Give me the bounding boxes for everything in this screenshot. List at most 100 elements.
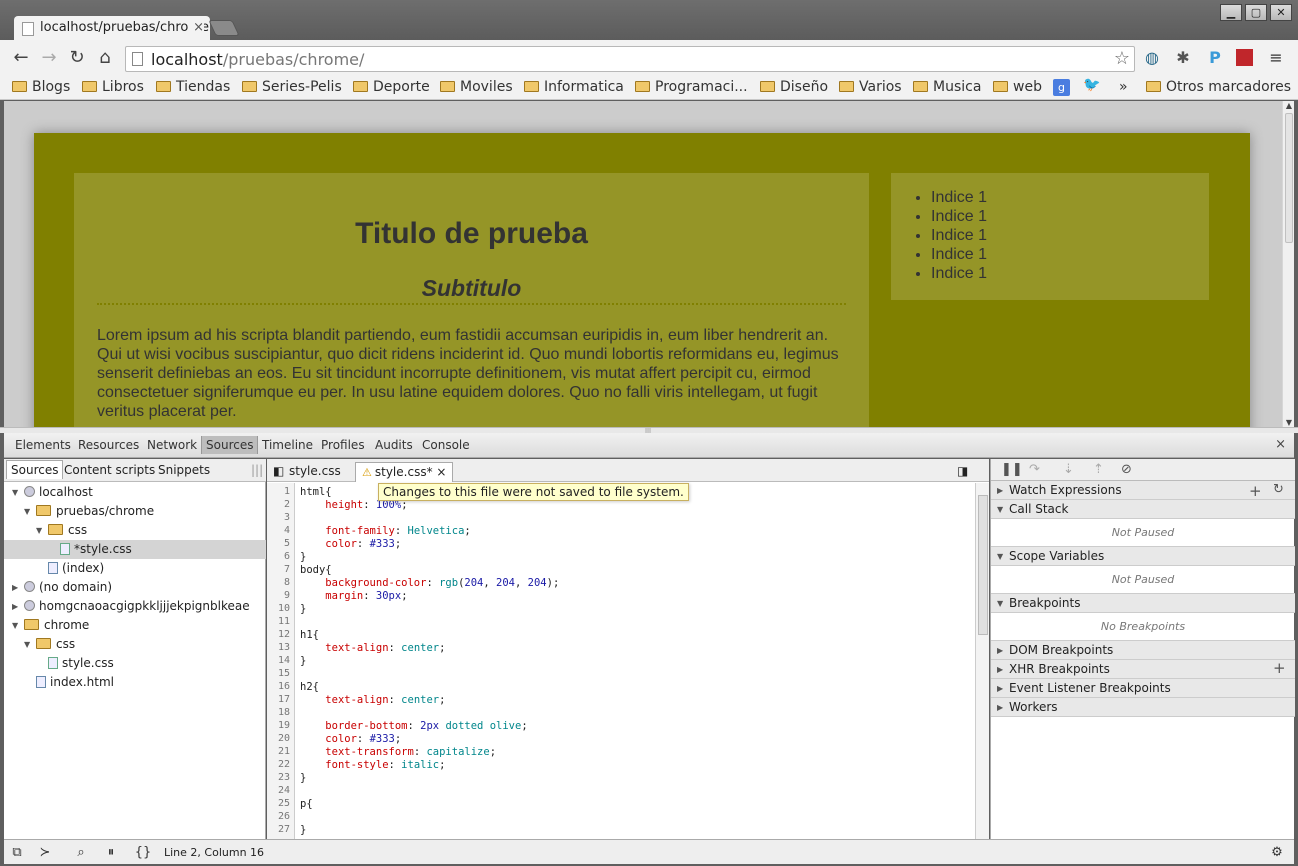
code-line[interactable]: p{: [300, 798, 313, 810]
step-into-icon[interactable]: ⇣: [1063, 462, 1074, 477]
bookmark-folder[interactable]: Libros: [82, 79, 144, 95]
bookmark-folder[interactable]: Blogs: [12, 79, 70, 95]
home-icon[interactable]: ⌂: [94, 48, 116, 70]
collapsed-triangle-icon[interactable]: ▶: [997, 679, 1003, 698]
search-icon[interactable]: ⌕: [70, 843, 92, 863]
code-line[interactable]: color: #333;: [300, 733, 401, 745]
expanded-triangle-icon[interactable]: ▼: [24, 635, 30, 654]
tab-elements[interactable]: Elements: [11, 438, 75, 452]
globe-extension-icon[interactable]: ◍: [1142, 48, 1162, 68]
editor-scrollbar[interactable]: [975, 483, 989, 839]
maximize-button[interactable]: ▢: [1245, 4, 1267, 21]
code-line[interactable]: margin: 30px;: [300, 590, 407, 602]
code-line[interactable]: color: #333;: [300, 538, 401, 550]
tab-content-scripts[interactable]: Content scripts: [64, 463, 155, 477]
bookmark-folder[interactable]: Series-Pelis: [242, 79, 342, 95]
code-line[interactable]: font-family: Helvetica;: [300, 525, 470, 537]
bug-extension-icon[interactable]: ✱: [1173, 48, 1193, 68]
add-watch-icon[interactable]: +: [1249, 482, 1262, 500]
tree-item[interactable]: index.html: [4, 673, 266, 692]
expanded-triangle-icon[interactable]: ▼: [997, 500, 1003, 519]
code-line[interactable]: text-align: center;: [300, 642, 445, 654]
collapsed-triangle-icon[interactable]: ▶: [997, 481, 1003, 500]
close-tab-icon[interactable]: ×: [189, 20, 204, 35]
minimize-button[interactable]: ▁: [1220, 4, 1242, 21]
step-over-icon[interactable]: ↷: [1029, 462, 1040, 477]
expanded-triangle-icon[interactable]: ▼: [36, 521, 42, 540]
code-line[interactable]: }: [300, 655, 306, 667]
sidebar-section-header[interactable]: ▶ Event Listener Breakpoints: [991, 679, 1295, 698]
sidebar-section-header[interactable]: ▶ XHR Breakpoints: [991, 660, 1295, 679]
expanded-triangle-icon[interactable]: ▼: [997, 594, 1003, 613]
tree-item[interactable]: ▼ pruebas/chrome: [4, 502, 266, 521]
page-scrollbar[interactable]: ▲ ▼: [1282, 101, 1294, 427]
tab-timeline[interactable]: Timeline: [258, 438, 317, 452]
tree-item[interactable]: ▼ localhost: [4, 483, 266, 502]
reload-icon[interactable]: ↻: [66, 48, 88, 70]
scroll-down-arrow-icon[interactable]: ▼: [1283, 418, 1295, 427]
step-out-icon[interactable]: ⇡: [1093, 462, 1104, 477]
tree-item[interactable]: ▶ homgcnaoacgigpkkljjjekpignblkeae: [4, 597, 266, 616]
refresh-icon[interactable]: ↻: [1273, 482, 1284, 497]
code-line[interactable]: text-align: center;: [300, 694, 445, 706]
pause-on-exceptions-icon[interactable]: ⏸: [100, 843, 122, 863]
more-bookmarks-button[interactable]: »: [1119, 79, 1128, 95]
tree-item[interactable]: ▶ (no domain): [4, 578, 266, 597]
collapsed-triangle-icon[interactable]: ▶: [997, 660, 1003, 679]
code-line[interactable]: }: [300, 772, 306, 784]
collapsed-triangle-icon[interactable]: ▶: [12, 578, 18, 597]
p-extension-icon[interactable]: P: [1205, 48, 1225, 68]
sidebar-section-header[interactable]: ▼ Scope Variables: [991, 547, 1295, 566]
editor-tab-style-css-modified[interactable]: ⚠ style.css* ×: [355, 462, 454, 482]
bookmark-folder[interactable]: Programaci...: [635, 79, 748, 95]
tab-profiles[interactable]: Profiles: [317, 438, 369, 452]
expanded-triangle-icon[interactable]: ▼: [997, 547, 1003, 566]
collapsed-triangle-icon[interactable]: ▶: [997, 698, 1003, 717]
other-bookmarks-folder[interactable]: Otros marcadores: [1146, 79, 1291, 95]
tree-item[interactable]: ▼ css: [4, 521, 266, 540]
bookmark-folder[interactable]: Moviles: [440, 79, 513, 95]
scrollbar-thumb[interactable]: [1285, 113, 1293, 243]
collapsed-triangle-icon[interactable]: ▶: [12, 597, 18, 616]
code-line[interactable]: h2{: [300, 681, 319, 693]
bookmark-folder[interactable]: web: [993, 79, 1042, 95]
bookmark-folder[interactable]: Varios: [839, 79, 902, 95]
back-arrow-icon[interactable]: ←: [10, 48, 32, 70]
code-line[interactable]: body{: [300, 564, 332, 576]
pretty-print-icon[interactable]: {}: [132, 843, 154, 863]
tab-snippets[interactable]: Snippets: [158, 463, 210, 477]
code-line[interactable]: text-transform: capitalize;: [300, 746, 496, 758]
dock-icon[interactable]: ⧉: [6, 843, 28, 863]
tab-navigator-sources[interactable]: Sources: [6, 460, 64, 479]
forward-arrow-icon[interactable]: →: [38, 48, 60, 70]
tab-network[interactable]: Network: [143, 438, 201, 452]
code-line[interactable]: h1{: [300, 629, 319, 641]
tab-audits[interactable]: Audits: [371, 438, 417, 452]
add-xhr-breakpoint-icon[interactable]: +: [1273, 659, 1286, 677]
sidebar-section-header[interactable]: ▼ Breakpoints: [991, 594, 1295, 613]
tab-console[interactable]: Console: [418, 438, 474, 452]
address-bar[interactable]: localhost/pruebas/chrome/ ☆: [125, 46, 1135, 72]
browser-tab[interactable]: localhost/pruebas/chrome ×: [14, 16, 210, 42]
code-line[interactable]: }: [300, 824, 306, 836]
code-line[interactable]: }: [300, 603, 306, 615]
close-editor-tab-icon[interactable]: ×: [436, 465, 446, 479]
console-drawer-icon[interactable]: ≻: [34, 843, 56, 863]
code-line[interactable]: background-color: rgb(204, 204, 204);: [300, 577, 559, 589]
twitter-bookmark-icon[interactable]: 🐦: [1083, 77, 1100, 93]
pane-grip-icon[interactable]: |||: [251, 463, 263, 477]
tree-item[interactable]: style.css: [4, 654, 266, 673]
code-line[interactable]: font-style: italic;: [300, 759, 445, 771]
sidebar-section-header[interactable]: ▶ Workers: [991, 698, 1295, 717]
bookmark-folder[interactable]: Informatica: [524, 79, 624, 95]
tab-resources[interactable]: Resources: [74, 438, 143, 452]
tree-item[interactable]: ▼ css: [4, 635, 266, 654]
collapsed-triangle-icon[interactable]: ▶: [997, 641, 1003, 660]
code-line[interactable]: border-bottom: 2px dotted olive;: [300, 720, 527, 732]
scroll-up-arrow-icon[interactable]: ▲: [1283, 101, 1295, 110]
new-tab-button[interactable]: [208, 20, 240, 36]
pause-icon[interactable]: ❚❚: [1001, 462, 1023, 477]
sidebar-section-header[interactable]: ▶ DOM Breakpoints: [991, 641, 1295, 660]
code-line[interactable]: html{: [300, 486, 332, 498]
expanded-triangle-icon[interactable]: ▼: [12, 483, 18, 502]
